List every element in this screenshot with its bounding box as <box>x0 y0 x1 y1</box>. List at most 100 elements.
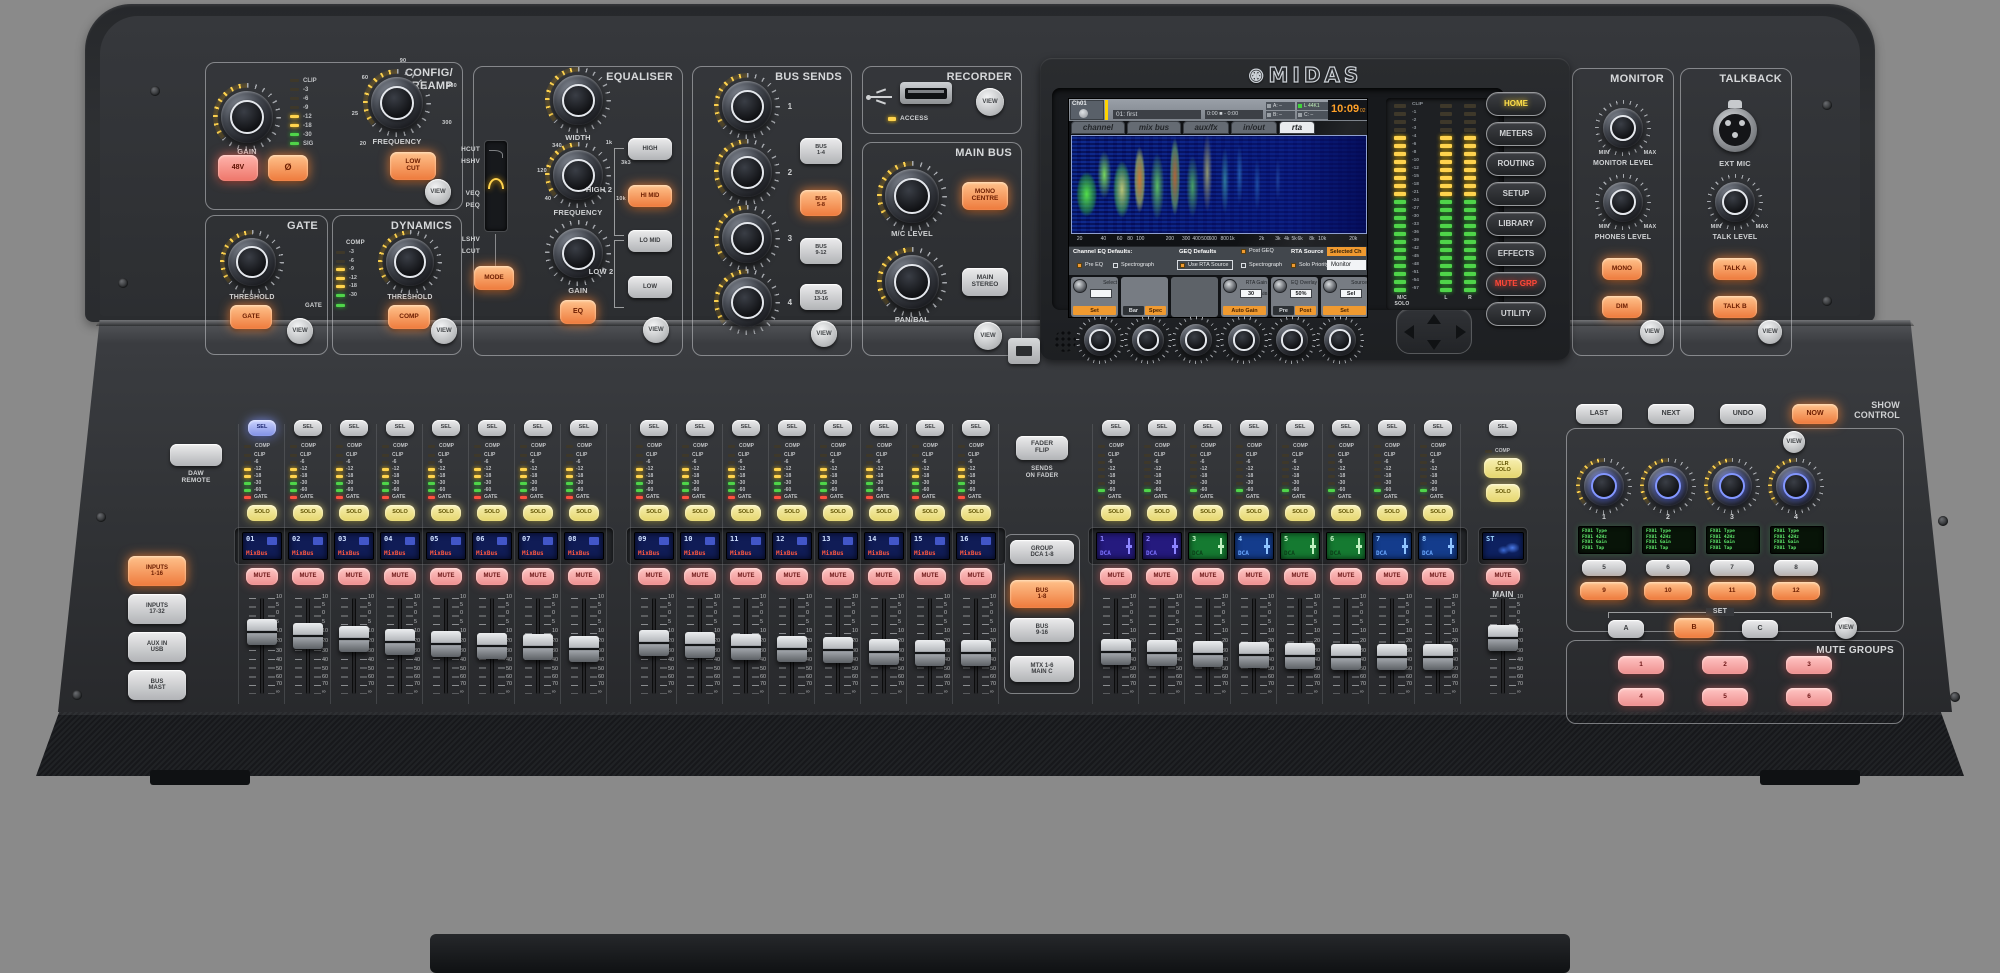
cell-toggle-pre[interactable]: Pre <box>1273 306 1294 315</box>
screen-encoder-1[interactable] <box>1076 316 1124 364</box>
navigation-dpad[interactable] <box>1396 308 1472 354</box>
solo-button[interactable]: SOLO <box>1285 505 1315 521</box>
solo-button[interactable]: SOLO <box>431 505 461 521</box>
mute-group-5-button[interactable]: 5 <box>1702 688 1748 706</box>
assignable-encoder-4[interactable] <box>1768 458 1824 514</box>
fader-cap[interactable] <box>1285 643 1315 669</box>
dpad-left-arrow[interactable] <box>1404 325 1414 339</box>
fader-cap[interactable] <box>869 639 899 665</box>
screen-encoder-3[interactable] <box>1172 316 1220 364</box>
fader-cap[interactable] <box>1147 640 1177 666</box>
eq-width-knob[interactable] <box>545 67 611 133</box>
solo-button[interactable]: SOLO <box>569 505 599 521</box>
tab-channel[interactable]: channel <box>1071 121 1125 134</box>
main-bus-view-button[interactable]: VIEW <box>974 322 1002 350</box>
mute-button[interactable]: MUTE <box>960 568 992 585</box>
sel-button[interactable]: SEL <box>1286 420 1314 436</box>
fader-cap[interactable] <box>685 632 715 658</box>
menu-meters-button[interactable]: METERS <box>1486 122 1546 146</box>
bus-sends-view-button[interactable]: VIEW <box>811 321 837 347</box>
fader-cap[interactable] <box>523 634 553 660</box>
sel-button[interactable]: SEL <box>1378 420 1406 436</box>
set-b-button[interactable]: B <box>1674 618 1714 638</box>
talk-level-knob[interactable] <box>1707 174 1763 230</box>
recorder-view-button[interactable]: VIEW <box>976 88 1004 116</box>
solo-button[interactable]: SOLO <box>639 505 669 521</box>
solo-button[interactable]: SOLO <box>685 505 715 521</box>
solo-button[interactable]: SOLO <box>523 505 553 521</box>
bus-send-knob-4[interactable] <box>714 269 780 335</box>
sel-button[interactable]: SEL <box>1102 420 1130 436</box>
assign-button-8[interactable]: 8 <box>1774 560 1818 576</box>
solo-button[interactable]: SOLO <box>823 505 853 521</box>
set-view-button[interactable]: VIEW <box>1835 617 1857 639</box>
mute-button[interactable]: MUTE <box>868 568 900 585</box>
solo-button[interactable]: SOLO <box>293 505 323 521</box>
sel-button[interactable]: SEL <box>1148 420 1176 436</box>
fader-cap[interactable] <box>961 640 991 666</box>
mute-button[interactable]: MUTE <box>1422 568 1454 585</box>
bus-layer-button[interactable]: BUS 9-12 <box>800 238 842 264</box>
fader-track[interactable] <box>260 598 264 694</box>
fader-cap[interactable] <box>339 626 369 652</box>
screen-encoder-6[interactable] <box>1316 316 1364 364</box>
sel-button[interactable]: SEL <box>916 420 944 436</box>
sel-button[interactable]: SEL <box>1194 420 1222 436</box>
solo-button[interactable]: SOLO <box>477 505 507 521</box>
assign-button-7[interactable]: 7 <box>1710 560 1754 576</box>
main-sel-button[interactable]: SEL <box>1489 420 1517 436</box>
fader-cap[interactable] <box>1488 625 1518 651</box>
tab-inout[interactable]: in/out <box>1231 121 1277 134</box>
show-control-view-button[interactable]: VIEW <box>1783 431 1805 453</box>
assign-button-9[interactable]: 9 <box>1580 582 1628 600</box>
layer-2-button[interactable]: INPUTS 17-32 <box>128 594 186 624</box>
fader-cap[interactable] <box>293 623 323 649</box>
gate-button[interactable]: GATE <box>230 305 272 329</box>
layer-1-button[interactable]: INPUTS 1-16 <box>128 556 186 586</box>
screen-encoder-cell-6[interactable]: SourceSelSet <box>1321 277 1368 317</box>
use-rta-source-checkbox[interactable] <box>1180 263 1185 268</box>
mute-button[interactable]: MUTE <box>246 568 278 585</box>
monitor-mono-button[interactable]: MONO <box>1602 258 1642 280</box>
set-c-button[interactable]: C <box>1742 620 1778 638</box>
fader-cap[interactable] <box>1193 641 1223 667</box>
mute-button[interactable]: MUTE <box>1376 568 1408 585</box>
mute-button[interactable]: MUTE <box>384 568 416 585</box>
sel-button[interactable]: SEL <box>248 420 276 436</box>
assign-button-10[interactable]: 10 <box>1644 582 1692 600</box>
solo-button[interactable]: SOLO <box>1101 505 1131 521</box>
solo-button[interactable]: SOLO <box>339 505 369 521</box>
talk-a-button[interactable]: TALK A <box>1713 258 1757 280</box>
assignable-encoder-1[interactable] <box>1576 458 1632 514</box>
sel-button[interactable]: SEL <box>686 420 714 436</box>
eq-mode-button[interactable]: MODE <box>474 266 514 290</box>
dpad-right-arrow[interactable] <box>1456 325 1466 339</box>
fader-cap[interactable] <box>731 634 761 660</box>
show-next-button[interactable]: NEXT <box>1648 404 1694 424</box>
sel-button[interactable]: SEL <box>1424 420 1452 436</box>
solo-button[interactable]: SOLO <box>1193 505 1223 521</box>
tab-mixbus[interactable]: mix bus <box>1127 121 1181 134</box>
talkback-view-button[interactable]: VIEW <box>1758 320 1782 344</box>
main-solo-button[interactable]: SOLO <box>1486 484 1520 502</box>
phantom-48v-button[interactable]: 48V <box>218 155 258 181</box>
solo-button[interactable]: SOLO <box>1331 505 1361 521</box>
solo-button[interactable]: SOLO <box>731 505 761 521</box>
mute-group-2-button[interactable]: 2 <box>1702 656 1748 674</box>
sel-button[interactable]: SEL <box>778 420 806 436</box>
low-cut-button[interactable]: LOW CUT <box>390 152 436 180</box>
fader-cap[interactable] <box>1101 639 1131 665</box>
bus-layer-button[interactable]: BUS 5-8 <box>800 190 842 216</box>
screen-encoder-cell-2[interactable]: BarSpec <box>1121 277 1168 317</box>
mute-button[interactable]: MUTE <box>522 568 554 585</box>
solo-button[interactable]: SOLO <box>961 505 991 521</box>
show-now-button[interactable]: NOW <box>1792 404 1838 424</box>
bus-layer-button[interactable]: BUS 13-16 <box>800 284 842 310</box>
comp-button[interactable]: COMP <box>388 305 430 329</box>
main-stereo-button[interactable]: MAIN STEREO <box>962 268 1008 296</box>
solo-button[interactable]: SOLO <box>1147 505 1177 521</box>
set-a-button[interactable]: A <box>1608 620 1644 638</box>
mute-button[interactable]: MUTE <box>822 568 854 585</box>
assignable-encoder-2[interactable] <box>1640 458 1696 514</box>
sel-button[interactable]: SEL <box>870 420 898 436</box>
